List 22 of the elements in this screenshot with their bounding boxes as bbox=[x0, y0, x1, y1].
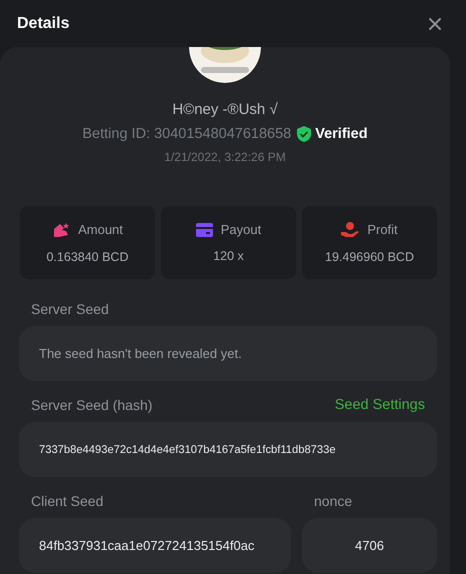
seed-field[interactable]: The seed hasn't been revealed yet. bbox=[19, 326, 437, 381]
stat-value: 0.163840 BCD bbox=[46, 250, 128, 264]
stat-label: Payout bbox=[220, 222, 262, 237]
stat-value: 120 x bbox=[213, 249, 244, 263]
field-label: nonce bbox=[314, 493, 352, 509]
stat-label: Amount bbox=[78, 222, 123, 237]
close-button[interactable] bbox=[428, 16, 442, 30]
field-label: Server Seed (hash) bbox=[31, 397, 152, 413]
field-label: Client Seed bbox=[31, 493, 104, 509]
seed-field[interactable]: 4706 bbox=[302, 518, 437, 573]
shield-check-icon bbox=[297, 126, 312, 142]
bet-time: 1/21/2022, 3:22:26 PM bbox=[164, 150, 286, 164]
verified-label: Verified bbox=[315, 126, 368, 142]
seed-settings-link[interactable]: Seed Settings bbox=[334, 397, 425, 413]
seed-field[interactable]: 7337b8e4493e72c14d4e4ef3107b4167a5fe1fcbf11db8733e bbox=[19, 422, 437, 477]
betting-id: Betting ID: 30401548047618658 bbox=[82, 126, 292, 142]
seed-field[interactable]: 84fb337931caa1e072724135154f0ac bbox=[19, 518, 291, 573]
username: H©ney -®Ush √ bbox=[172, 101, 278, 118]
stat-value: 19.496960 BCD bbox=[325, 250, 414, 264]
field-label: Server Seed bbox=[31, 301, 109, 317]
window-title: Details bbox=[17, 14, 70, 32]
stat-label: Profit bbox=[367, 222, 398, 237]
